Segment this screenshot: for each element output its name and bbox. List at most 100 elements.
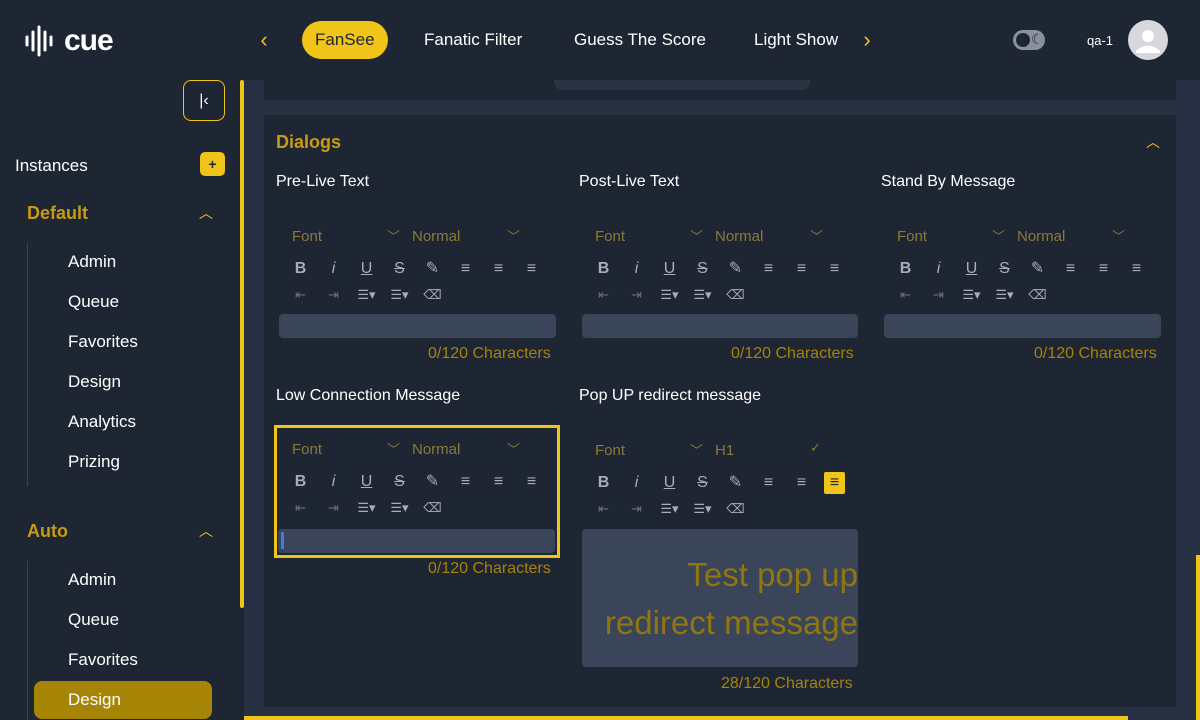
- ordered-list-icon[interactable]: ☰▾: [659, 498, 680, 520]
- eraser-icon[interactable]: ⌫: [1027, 284, 1048, 306]
- pre-live-text-input[interactable]: [279, 314, 556, 338]
- ordered-list-icon[interactable]: ☰▾: [659, 284, 680, 306]
- bullet-list-icon[interactable]: ☰▾: [692, 284, 713, 306]
- horizontal-scrollbar[interactable]: [244, 716, 1128, 720]
- indent-icon[interactable]: ⇥: [626, 284, 647, 306]
- align-left-icon[interactable]: ≡: [455, 471, 476, 493]
- outdent-icon[interactable]: ⇤: [593, 284, 614, 306]
- indent-icon[interactable]: ⇥: [626, 498, 647, 520]
- align-center-icon[interactable]: ≡: [1093, 258, 1114, 280]
- popup-redirect-text-input[interactable]: Test pop up redirect message: [582, 529, 858, 667]
- tab-light-show[interactable]: Light Show: [754, 21, 838, 59]
- size-select[interactable]: Normal ﹀: [412, 228, 532, 245]
- main-scrollbar[interactable]: [1196, 555, 1200, 720]
- highlighter-icon[interactable]: ✎: [725, 472, 746, 494]
- italic-icon[interactable]: i: [928, 258, 949, 280]
- indent-icon[interactable]: ⇥: [323, 284, 344, 306]
- outdent-icon[interactable]: ⇤: [895, 284, 916, 306]
- bullet-list-icon[interactable]: ☰▾: [389, 284, 410, 306]
- italic-icon[interactable]: i: [323, 471, 344, 493]
- italic-icon[interactable]: i: [323, 258, 344, 280]
- add-instance-button[interactable]: +: [200, 152, 225, 176]
- chevron-up-icon[interactable]: ︿: [196, 521, 216, 541]
- align-right-icon[interactable]: ≡: [824, 472, 845, 494]
- bold-icon[interactable]: B: [290, 258, 311, 280]
- sidebar-item-queue[interactable]: Queue: [34, 283, 212, 321]
- bold-icon[interactable]: B: [593, 258, 614, 280]
- outdent-icon[interactable]: ⇤: [290, 284, 311, 306]
- size-select[interactable]: Normal ﹀: [1017, 228, 1137, 245]
- tab-fansee[interactable]: FanSee: [302, 21, 388, 59]
- align-center-icon[interactable]: ≡: [488, 471, 509, 493]
- align-left-icon[interactable]: ≡: [758, 472, 779, 494]
- align-left-icon[interactable]: ≡: [1060, 258, 1081, 280]
- strikethrough-icon[interactable]: S: [692, 472, 713, 494]
- align-left-icon[interactable]: ≡: [758, 258, 779, 280]
- font-select[interactable]: Font ﹀: [292, 228, 412, 245]
- highlighter-icon[interactable]: ✎: [725, 258, 746, 280]
- bullet-list-icon[interactable]: ☰▾: [692, 498, 713, 520]
- sidebar-item-prizing[interactable]: Prizing: [34, 443, 212, 481]
- collapse-sidebar-button[interactable]: |‹: [183, 80, 225, 121]
- align-left-icon[interactable]: ≡: [455, 258, 476, 280]
- indent-icon[interactable]: ⇥: [928, 284, 949, 306]
- outdent-icon[interactable]: ⇤: [593, 498, 614, 520]
- bold-icon[interactable]: B: [895, 258, 916, 280]
- underline-icon[interactable]: U: [961, 258, 982, 280]
- font-select[interactable]: Font ﹀: [292, 441, 412, 458]
- sidebar-item-queue[interactable]: Queue: [34, 601, 212, 639]
- eraser-icon[interactable]: ⌫: [422, 497, 443, 519]
- chevron-up-icon[interactable]: ︿: [1146, 132, 1160, 152]
- highlighter-icon[interactable]: ✎: [1027, 258, 1048, 280]
- theme-toggle[interactable]: ☾: [1013, 30, 1045, 50]
- font-select[interactable]: Font ﹀: [595, 442, 715, 459]
- size-select[interactable]: Normal ﹀: [412, 441, 532, 458]
- underline-icon[interactable]: U: [659, 258, 680, 280]
- post-live-text-input[interactable]: [582, 314, 858, 338]
- eraser-icon[interactable]: ⌫: [725, 284, 746, 306]
- eraser-icon[interactable]: ⌫: [725, 498, 746, 520]
- highlighter-icon[interactable]: ✎: [422, 471, 443, 493]
- font-select[interactable]: Font ﹀: [595, 228, 715, 245]
- group-title-auto[interactable]: Auto: [27, 521, 68, 542]
- underline-icon[interactable]: U: [356, 471, 377, 493]
- align-center-icon[interactable]: ≡: [791, 258, 812, 280]
- outdent-icon[interactable]: ⇤: [290, 497, 311, 519]
- nav-prev-arrow-icon[interactable]: ‹: [253, 28, 275, 52]
- italic-icon[interactable]: i: [626, 258, 647, 280]
- highlighter-icon[interactable]: ✎: [422, 258, 443, 280]
- underline-icon[interactable]: U: [659, 472, 680, 494]
- strikethrough-icon[interactable]: S: [692, 258, 713, 280]
- indent-icon[interactable]: ⇥: [323, 497, 344, 519]
- align-right-icon[interactable]: ≡: [521, 471, 542, 493]
- bold-icon[interactable]: B: [593, 472, 614, 494]
- strikethrough-icon[interactable]: S: [994, 258, 1015, 280]
- align-right-icon[interactable]: ≡: [1126, 258, 1147, 280]
- italic-icon[interactable]: i: [626, 472, 647, 494]
- tab-guess-the-score[interactable]: Guess The Score: [574, 21, 706, 59]
- sidebar-item-design[interactable]: Design: [34, 363, 212, 401]
- cue-logo[interactable]: cue: [24, 24, 114, 58]
- align-right-icon[interactable]: ≡: [521, 258, 542, 280]
- sidebar-item-design[interactable]: Design: [34, 681, 212, 719]
- sidebar-item-admin[interactable]: Admin: [34, 243, 212, 281]
- avatar[interactable]: [1128, 20, 1168, 60]
- stand-by-text-input[interactable]: [884, 314, 1161, 338]
- sidebar-item-analytics[interactable]: Analytics: [34, 403, 212, 441]
- sidebar-item-favorites[interactable]: Favorites: [34, 323, 212, 361]
- underline-icon[interactable]: U: [356, 258, 377, 280]
- eraser-icon[interactable]: ⌫: [422, 284, 443, 306]
- ordered-list-icon[interactable]: ☰▾: [961, 284, 982, 306]
- bullet-list-icon[interactable]: ☰▾: [994, 284, 1015, 306]
- align-right-icon[interactable]: ≡: [824, 258, 845, 280]
- font-select[interactable]: Font ﹀: [897, 228, 1017, 245]
- align-center-icon[interactable]: ≡: [488, 258, 509, 280]
- strikethrough-icon[interactable]: S: [389, 258, 410, 280]
- low-connection-text-input[interactable]: [278, 529, 555, 553]
- sidebar-item-admin[interactable]: Admin: [34, 561, 212, 599]
- bullet-list-icon[interactable]: ☰▾: [389, 497, 410, 519]
- bold-icon[interactable]: B: [290, 471, 311, 493]
- tab-fanatic-filter[interactable]: Fanatic Filter: [424, 21, 522, 59]
- ordered-list-icon[interactable]: ☰▾: [356, 497, 377, 519]
- ordered-list-icon[interactable]: ☰▾: [356, 284, 377, 306]
